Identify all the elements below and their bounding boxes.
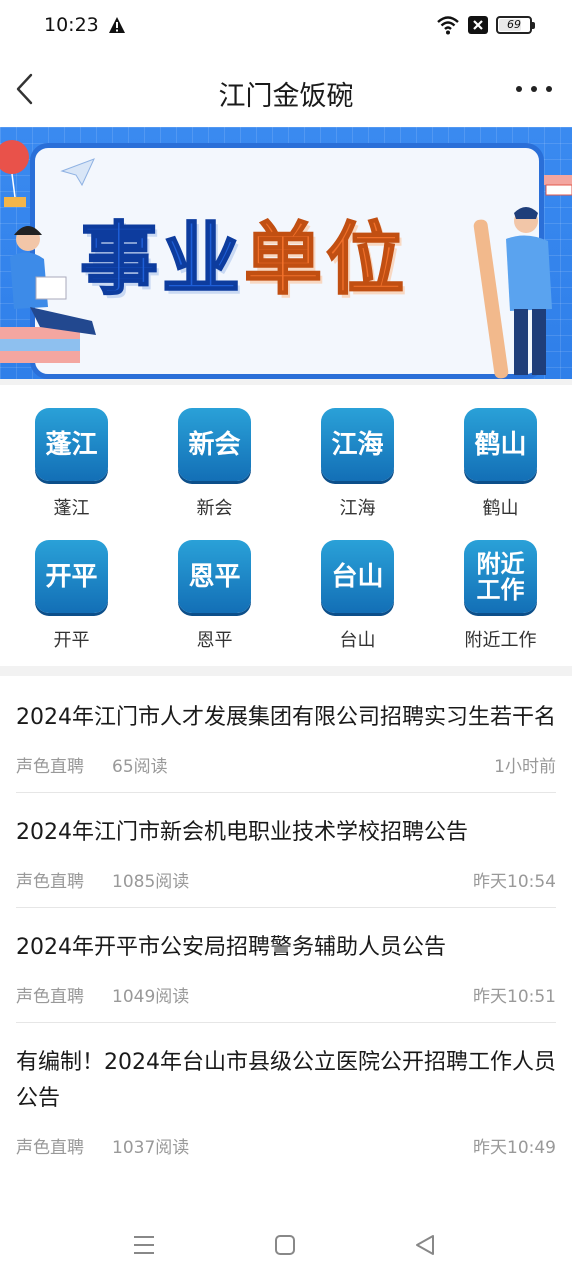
warning-icon [109, 17, 125, 33]
region-tile[interactable]: 新会 [178, 408, 251, 481]
article-reads: 65阅读 [112, 757, 168, 777]
battery-level: 69 [507, 18, 521, 31]
region-tile[interactable]: 附近工作 [464, 540, 537, 613]
article-title[interactable]: 有编制！2024年台山市县级公立医院公开招聘工作人员公告 [16, 1045, 556, 1117]
article-meta: 声色直聘 65阅读 1小时前 [16, 744, 556, 784]
region-tile[interactable]: 江海 [321, 408, 394, 481]
region-item-taishan[interactable]: 台山 台山 [286, 530, 429, 660]
article-source: 声色直聘 [16, 757, 84, 777]
status-time: 10:23 [44, 14, 99, 36]
region-tile[interactable]: 开平 [35, 540, 108, 613]
region-item-enping[interactable]: 恩平 恩平 [143, 530, 286, 660]
region-tile[interactable]: 蓬江 [35, 408, 108, 481]
region-item-nearby-jobs[interactable]: 附近工作 附近工作 [429, 530, 572, 660]
article-item[interactable]: 有编制！2024年台山市县级公立医院公开招聘工作人员公告 声色直聘 1037阅读… [0, 1045, 572, 1165]
region-tile[interactable]: 鹤山 [464, 408, 537, 481]
balloon-icon [0, 140, 29, 207]
back-nav-icon[interactable] [414, 1234, 436, 1256]
region-label: 蓬江 [53, 498, 90, 519]
article-time: 1小时前 [494, 757, 556, 777]
paper-plane-icon [60, 158, 95, 187]
region-tile[interactable]: 台山 [321, 540, 394, 613]
article-title[interactable]: 2024年江门市人才发展集团有限公司招聘实习生若干名 [16, 700, 556, 736]
article-title[interactable]: 2024年江门市新会机电职业技术学校招聘公告 [16, 815, 556, 851]
article-time: 昨天10:51 [473, 987, 556, 1007]
section-divider [0, 666, 572, 676]
region-label: 恩平 [196, 630, 233, 651]
article-source: 声色直聘 [16, 1138, 84, 1158]
page-title: 江门金饭碗 [218, 81, 354, 112]
article-time: 昨天10:49 [473, 1138, 556, 1158]
close-box-icon [468, 16, 488, 34]
home-nav-icon[interactable] [274, 1234, 296, 1256]
banner-text-orange: 单位 [243, 214, 409, 306]
region-label: 附近工作 [464, 630, 537, 651]
article-meta: 声色直聘 1049阅读 昨天10:51 [16, 974, 556, 1014]
article-time: 昨天10:54 [473, 872, 556, 892]
banner-text-blue: 事业 [79, 214, 245, 306]
article-source: 声色直聘 [16, 987, 84, 1007]
standing-person-illustration [473, 207, 552, 379]
region-label: 开平 [53, 630, 90, 651]
article-source: 声色直聘 [16, 872, 84, 892]
region-tile[interactable]: 恩平 [178, 540, 251, 613]
book-decoration [544, 175, 572, 196]
region-label: 台山 [339, 630, 376, 651]
system-nav-bar [0, 1210, 572, 1280]
article-reads: 1049阅读 [112, 987, 190, 1007]
region-item-xinhui[interactable]: 新会 新会 [143, 398, 286, 528]
article-list: 2024年江门市人才发展集团有限公司招聘实习生若干名 声色直聘 65阅读 1小时… [0, 676, 572, 1210]
app-header: 江门金饭碗 [0, 52, 572, 128]
more-icon[interactable] [514, 82, 554, 96]
status-bar: 10:23 69 [0, 0, 572, 52]
banner[interactable]: 事业单位 [0, 127, 572, 379]
article-item[interactable]: 2024年开平市公安局招聘警务辅助人员公告 声色直聘 1049阅读 昨天10:5… [0, 930, 572, 1014]
article-reads: 1037阅读 [112, 1138, 190, 1158]
wifi-icon [437, 16, 459, 35]
region-tile-text: 附近工作 [476, 549, 525, 604]
region-item-pengjiang[interactable]: 蓬江 蓬江 [0, 398, 143, 528]
battery-icon: 69 [496, 16, 535, 34]
section-divider [0, 379, 572, 385]
region-item-jianghai[interactable]: 江海 江海 [286, 398, 429, 528]
menu-nav-icon[interactable] [132, 1234, 156, 1256]
region-item-heshan[interactable]: 鹤山 鹤山 [429, 398, 572, 528]
region-label: 江海 [339, 498, 376, 519]
article-reads: 1085阅读 [112, 872, 190, 892]
region-item-kaiping[interactable]: 开平 开平 [0, 530, 143, 660]
article-meta: 声色直聘 1085阅读 昨天10:54 [16, 859, 556, 899]
article-item[interactable]: 2024年江门市人才发展集团有限公司招聘实习生若干名 声色直聘 65阅读 1小时… [0, 700, 572, 784]
region-label: 新会 [196, 498, 233, 519]
article-title[interactable]: 2024年开平市公安局招聘警务辅助人员公告 [16, 930, 556, 966]
article-meta: 声色直聘 1037阅读 昨天10:49 [16, 1125, 556, 1165]
banner-headline: 事业单位 [79, 197, 409, 309]
region-label: 鹤山 [482, 498, 519, 519]
article-item[interactable]: 2024年江门市新会机电职业技术学校招聘公告 声色直聘 1085阅读 昨天10:… [0, 815, 572, 899]
